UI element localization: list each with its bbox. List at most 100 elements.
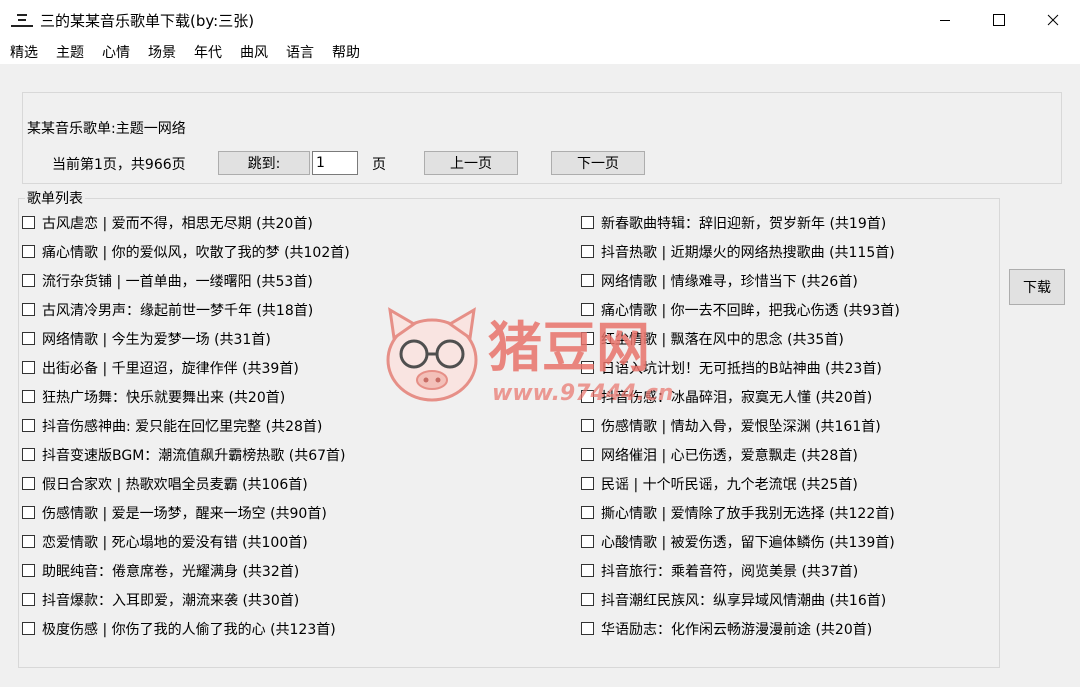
maximize-icon: [993, 14, 1005, 26]
checkbox[interactable]: [581, 390, 594, 403]
checkbox[interactable]: [581, 506, 594, 519]
checkbox[interactable]: [581, 419, 594, 432]
checkbox[interactable]: [581, 535, 594, 548]
list-item[interactable]: 网络催泪 | 心已伤透，爱意飘走 (共28首): [581, 440, 900, 469]
checkbox[interactable]: [581, 303, 594, 316]
list-item[interactable]: 新春歌曲特辑：辞旧迎新，贺岁新年 (共19首): [581, 208, 900, 237]
list-item[interactable]: 民谣 | 十个听民谣，九个老流氓 (共25首): [581, 469, 900, 498]
checkbox[interactable]: [22, 564, 35, 577]
checkbox[interactable]: [581, 622, 594, 635]
checkbox[interactable]: [22, 448, 35, 461]
checkbox[interactable]: [22, 419, 35, 432]
list-item[interactable]: 抖音伤感：冰晶碎泪，寂寞无人懂 (共20首): [581, 382, 900, 411]
list-item[interactable]: 古风清冷男声：缘起前世一梦千年 (共18首): [22, 295, 350, 324]
list-item[interactable]: 伤感情歌 | 情劫入骨，爱恨坠深渊 (共161首): [581, 411, 900, 440]
checkbox[interactable]: [22, 303, 35, 316]
checkbox[interactable]: [581, 216, 594, 229]
checkbox[interactable]: [22, 332, 35, 345]
menu-bar: 精选 主题 心情 场景 年代 曲风 语言 帮助: [0, 40, 1080, 64]
menu-help[interactable]: 帮助: [332, 42, 360, 62]
menu-scene[interactable]: 场景: [148, 42, 176, 62]
list-item[interactable]: 古风虐恋 | 爱而不得，相思无尽期 (共20首): [22, 208, 350, 237]
playlist-label: 某某音乐歌单:主题一网络: [27, 121, 186, 137]
list-item-label: 抖音爆款：入耳即爱，潮流来袭 (共30首): [42, 592, 300, 609]
list-item[interactable]: 华语励志：化作闲云畅游漫漫前途 (共20首): [581, 614, 900, 643]
list-item[interactable]: 抖音旅行：乘着音符，阅览美景 (共37首): [581, 556, 900, 585]
list-item[interactable]: 抖音变速版BGM：潮流值飙升霸榜热歌 (共67首): [22, 440, 350, 469]
checkbox[interactable]: [581, 245, 594, 258]
checkbox[interactable]: [22, 274, 35, 287]
menu-era[interactable]: 年代: [194, 42, 222, 62]
checkbox[interactable]: [22, 593, 35, 606]
list-item[interactable]: 痛心情歌 | 你一去不回眸，把我心伤透 (共93首): [581, 295, 900, 324]
list-item[interactable]: 网络情歌 | 情缘难寻，珍惜当下 (共26首): [581, 266, 900, 295]
list-item[interactable]: 抖音伤感神曲: 爱只能在回忆里完整 (共28首): [22, 411, 350, 440]
list-item[interactable]: 撕心情歌 | 爱情除了放手我别无选择 (共122首): [581, 498, 900, 527]
list-item-label: 痛心情歌 | 你的爱似风，吹散了我的梦 (共102首): [42, 244, 350, 261]
maximize-button[interactable]: [972, 0, 1026, 40]
checkbox[interactable]: [581, 332, 594, 345]
checkbox[interactable]: [581, 448, 594, 461]
download-button[interactable]: 下载: [1009, 269, 1065, 305]
list-item-label: 出街必备 | 千里迢迢，旋律作伴 (共39首): [42, 360, 299, 377]
list-item-label: 抖音旅行：乘着音符，阅览美景 (共37首): [601, 563, 859, 580]
menu-language[interactable]: 语言: [286, 42, 314, 62]
list-item[interactable]: 日语入坑计划！无可抵挡的B站神曲 (共23首): [581, 353, 900, 382]
checkbox[interactable]: [581, 361, 594, 374]
list-item[interactable]: 狂热广场舞：快乐就要舞出来 (共20首): [22, 382, 350, 411]
list-item-label: 抖音潮红民族风：纵享异域风情潮曲 (共16首): [601, 592, 887, 609]
list-item[interactable]: 出街必备 | 千里迢迢，旋律作伴 (共39首): [22, 353, 350, 382]
window-title: 三的某某音乐歌单下载(by:三张): [40, 11, 255, 30]
list-item[interactable]: 抖音爆款：入耳即爱，潮流来袭 (共30首): [22, 585, 350, 614]
menu-genre[interactable]: 曲风: [240, 42, 268, 62]
menu-mood[interactable]: 心情: [102, 42, 130, 62]
list-item-label: 撕心情歌 | 爱情除了放手我别无选择 (共122首): [601, 505, 895, 522]
checkbox[interactable]: [581, 274, 594, 287]
page-unit-label: 页: [372, 157, 386, 173]
checkbox[interactable]: [22, 390, 35, 403]
next-page-button[interactable]: 下一页: [551, 151, 645, 175]
checkbox[interactable]: [22, 506, 35, 519]
page-input[interactable]: [312, 151, 358, 175]
list-item-label: 红尘情歌 | 飘落在风中的思念 (共35首): [601, 331, 844, 348]
app-icon: [10, 10, 38, 30]
title-bar: 三的某某音乐歌单下载(by:三张): [0, 0, 1080, 40]
checkbox[interactable]: [22, 622, 35, 635]
list-item-label: 抖音伤感神曲: 爱只能在回忆里完整 (共28首): [42, 418, 323, 435]
list-item[interactable]: 抖音潮红民族风：纵享异域风情潮曲 (共16首): [581, 585, 900, 614]
main-content: 某某音乐歌单:主题一网络 当前第1页，共966页 跳到: 页 上一页 下一页 歌…: [0, 64, 1080, 687]
list-item[interactable]: 网络情歌 | 今生为爱梦一场 (共31首): [22, 324, 350, 353]
list-item[interactable]: 红尘情歌 | 飘落在风中的思念 (共35首): [581, 324, 900, 353]
checkbox[interactable]: [581, 564, 594, 577]
list-item[interactable]: 抖音热歌 | 近期爆火的网络热搜歌曲 (共115首): [581, 237, 900, 266]
list-item-label: 极度伤感 | 你伤了我的人偷了我的心 (共123首): [42, 621, 336, 638]
list-item[interactable]: 痛心情歌 | 你的爱似风，吹散了我的梦 (共102首): [22, 237, 350, 266]
close-button[interactable]: [1026, 0, 1080, 40]
list-item-label: 民谣 | 十个听民谣，九个老流氓 (共25首): [601, 476, 858, 493]
menu-featured[interactable]: 精选: [10, 42, 38, 62]
list-item[interactable]: 假日合家欢 | 热歌欢唱全员麦霸 (共106首): [22, 469, 350, 498]
menu-theme[interactable]: 主题: [56, 42, 84, 62]
list-item-label: 网络催泪 | 心已伤透，爱意飘走 (共28首): [601, 447, 858, 464]
list-item[interactable]: 伤感情歌 | 爱是一场梦，醒来一场空 (共90首): [22, 498, 350, 527]
list-item-label: 古风虐恋 | 爱而不得，相思无尽期 (共20首): [42, 215, 313, 232]
list-item[interactable]: 极度伤感 | 你伤了我的人偷了我的心 (共123首): [22, 614, 350, 643]
checkbox[interactable]: [22, 361, 35, 374]
checkbox[interactable]: [22, 216, 35, 229]
list-item-label: 新春歌曲特辑：辞旧迎新，贺岁新年 (共19首): [601, 215, 887, 232]
list-item[interactable]: 心酸情歌 | 被爱伤透，留下遍体鳞伤 (共139首): [581, 527, 900, 556]
minimize-button[interactable]: [918, 0, 972, 40]
list-item-label: 网络情歌 | 今生为爱梦一场 (共31首): [42, 331, 271, 348]
minimize-icon: [940, 20, 950, 21]
checkbox[interactable]: [581, 477, 594, 490]
checkbox[interactable]: [22, 477, 35, 490]
jump-button[interactable]: 跳到:: [218, 151, 310, 175]
checkbox[interactable]: [581, 593, 594, 606]
list-item-label: 伤感情歌 | 情劫入骨，爱恨坠深渊 (共161首): [601, 418, 881, 435]
list-item[interactable]: 恋爱情歌 | 死心塌地的爱没有错 (共100首): [22, 527, 350, 556]
list-item[interactable]: 助眠纯音：倦意席卷，光耀满身 (共32首): [22, 556, 350, 585]
prev-page-button[interactable]: 上一页: [424, 151, 518, 175]
checkbox[interactable]: [22, 245, 35, 258]
list-item[interactable]: 流行杂货铺 | 一首单曲，一缕曙阳 (共53首): [22, 266, 350, 295]
checkbox[interactable]: [22, 535, 35, 548]
